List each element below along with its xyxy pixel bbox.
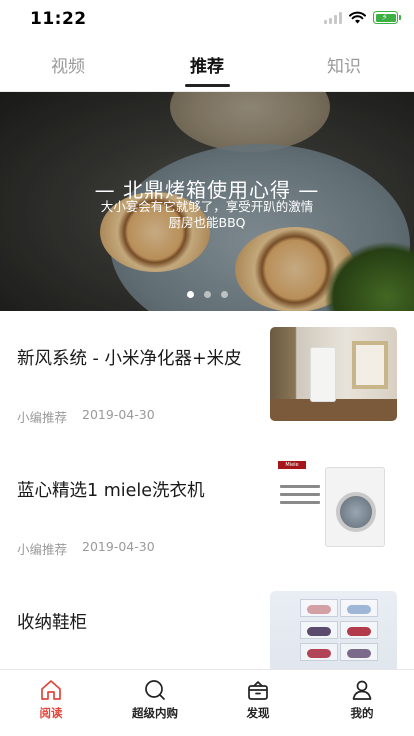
nav-read[interactable]: 阅读 bbox=[11, 678, 91, 721]
article-title: 蓝心精选1 miele洗衣机 bbox=[17, 481, 205, 501]
search-icon bbox=[145, 680, 165, 700]
banner-subtitle: 大小宴会有它就够了，享受开趴的激情 厨房也能BBQ bbox=[0, 199, 414, 231]
article-card[interactable]: 新风系统 - 小米净化器+米皮 小编推荐 2019-04-30 bbox=[0, 311, 414, 443]
banner-carousel[interactable]: — 北鼎烤箱使用心得 — 大小宴会有它就够了，享受开趴的激情 厨房也能BBQ bbox=[0, 92, 414, 311]
banner-subtitle-line: 厨房也能BBQ bbox=[168, 215, 246, 230]
status-time: 11:22 bbox=[30, 9, 87, 29]
nav-label: 超级内购 bbox=[132, 706, 178, 720]
bottom-nav: 阅读 超级内购 发现 我的 bbox=[0, 669, 414, 736]
battery-icon: ⚡ bbox=[373, 11, 401, 24]
carousel-dot[interactable] bbox=[186, 291, 194, 298]
article-author: 小编推荐 bbox=[17, 542, 68, 557]
tab-recommend[interactable]: 推荐 bbox=[167, 52, 247, 77]
status-icons: ⚡ bbox=[324, 11, 401, 24]
carousel-dots bbox=[0, 291, 414, 298]
article-date: 2019-04-30 bbox=[82, 539, 155, 554]
tab-knowledge[interactable]: 知识 bbox=[304, 52, 384, 77]
article-thumbnail-purifier bbox=[270, 327, 397, 421]
nav-mine[interactable]: 我的 bbox=[322, 678, 402, 721]
carousel-dot[interactable] bbox=[220, 291, 228, 298]
nav-label: 我的 bbox=[350, 706, 374, 720]
banner-subtitle-line: 大小宴会有它就够了，享受开趴的激情 bbox=[100, 199, 314, 214]
article-author: 小编推荐 bbox=[17, 410, 68, 425]
tab-video[interactable]: 视频 bbox=[28, 52, 108, 77]
article-card[interactable]: 蓝心精选1 miele洗衣机 小编推荐 2019-04-30 Miele bbox=[0, 443, 414, 575]
article-title: 新风系统 - 小米净化器+米皮 bbox=[17, 349, 242, 369]
miele-logo: Miele bbox=[278, 461, 306, 469]
carousel-dot[interactable] bbox=[203, 291, 211, 298]
home-icon bbox=[41, 680, 61, 700]
nav-label: 阅读 bbox=[39, 706, 63, 720]
gift-box-icon bbox=[248, 681, 268, 700]
user-icon bbox=[352, 680, 372, 700]
article-title: 收纳鞋柜 bbox=[17, 613, 87, 633]
wifi-icon bbox=[349, 11, 366, 24]
nav-label: 发现 bbox=[246, 706, 270, 720]
nav-discover[interactable]: 发现 bbox=[218, 678, 298, 721]
top-tabs: 视频 推荐 知识 bbox=[0, 40, 414, 92]
status-bar: 11:22 ⚡ bbox=[0, 0, 414, 40]
article-thumbnail-washer: Miele bbox=[270, 459, 397, 553]
article-meta: 小编推荐 2019-04-30 bbox=[17, 539, 155, 558]
signal-icon bbox=[324, 11, 342, 24]
nav-super-purchase[interactable]: 超级内购 bbox=[115, 678, 195, 721]
article-meta: 小编推荐 2019-04-30 bbox=[17, 407, 155, 426]
article-date: 2019-04-30 bbox=[82, 407, 155, 422]
tab-active-indicator bbox=[185, 84, 230, 87]
